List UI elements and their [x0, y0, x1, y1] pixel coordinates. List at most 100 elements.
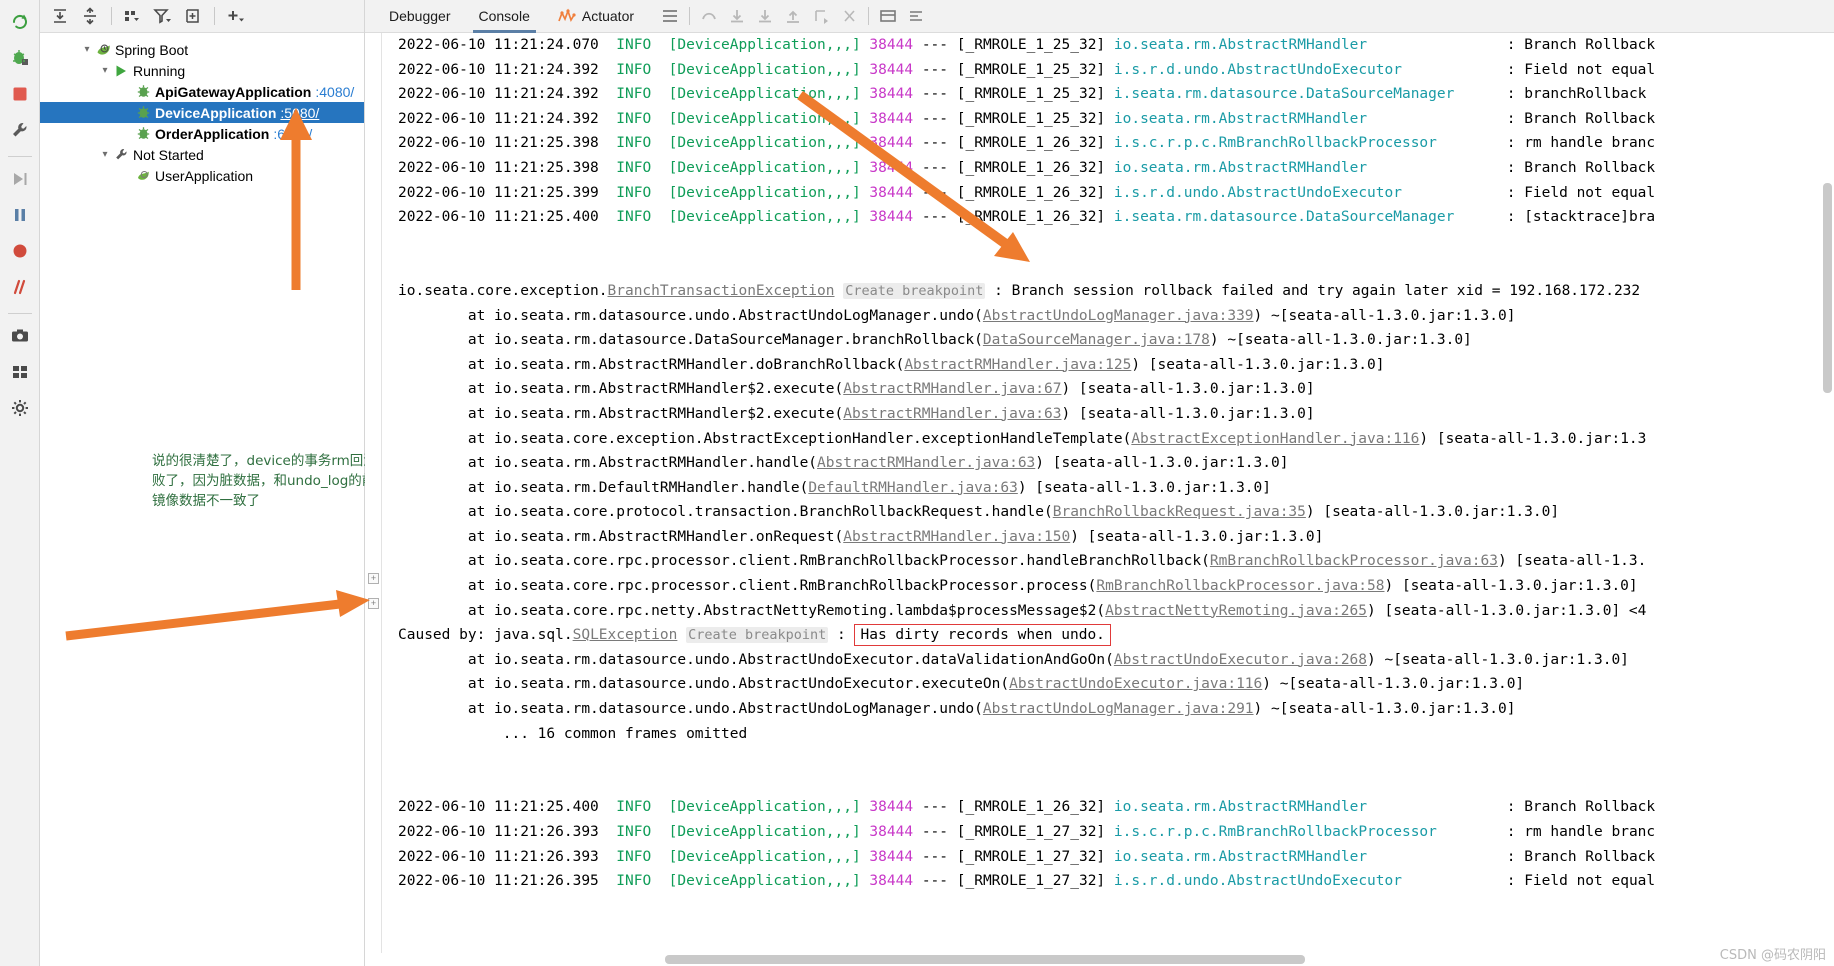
console-log-line[interactable]: 2022-06-10 11:21:26.395 INFO [DeviceAppl…: [398, 869, 1834, 894]
run-to-cursor-icon[interactable]: [807, 3, 835, 29]
expand-all-icon[interactable]: [46, 3, 74, 29]
console-log-line[interactable]: 2022-06-10 11:21:26.393 INFO [DeviceAppl…: [398, 845, 1834, 870]
chevron-down-icon[interactable]: ▾: [98, 65, 112, 76]
console-body: + + 2022-06-10 11:21:24.070 INFO [Device…: [365, 33, 1834, 966]
tab-label: Debugger: [389, 8, 451, 24]
spring-bean-icon: [134, 105, 152, 120]
frames-view-icon[interactable]: [874, 3, 902, 29]
vertical-scrollbar-thumb[interactable]: [1823, 183, 1832, 393]
console-caused-by-line[interactable]: Caused by: java.sql.SQLException Create …: [398, 623, 1834, 648]
console-log-line[interactable]: 2022-06-10 11:21:24.392 INFO [DeviceAppl…: [398, 82, 1834, 107]
collapse-all-icon[interactable]: [76, 3, 104, 29]
tree-node-running[interactable]: ▾ Running: [40, 60, 364, 81]
resume-program-icon[interactable]: [4, 163, 36, 195]
variables-view-icon[interactable]: [902, 3, 930, 29]
tree-node-label: Running: [133, 62, 186, 79]
console-gutter: + +: [365, 33, 382, 966]
tree-node-device-application[interactable]: DeviceApplication :5080/: [40, 102, 364, 123]
console-blank-line[interactable]: [398, 254, 1834, 279]
layout-grid-icon[interactable]: [4, 356, 36, 388]
tree-node-port-link[interactable]: :5080/: [280, 105, 319, 121]
tree-node-label: UserApplication: [155, 167, 254, 184]
stop-icon[interactable]: [4, 78, 36, 110]
tree-node-spring-boot[interactable]: ▾ Spring Boot: [40, 39, 364, 60]
tree-node-user-application[interactable]: UserApplication: [40, 165, 364, 186]
console-stack-frame-line[interactable]: at io.seata.core.exception.AbstractExcep…: [398, 427, 1834, 452]
spring-bean-icon: [134, 84, 152, 99]
console-stack-frame-line[interactable]: at io.seata.rm.AbstractRMHandler.onReque…: [398, 525, 1834, 550]
tab-console[interactable]: Console: [465, 0, 544, 33]
console-blank-line[interactable]: [398, 771, 1834, 796]
console-stack-frame-line[interactable]: at io.seata.rm.AbstractRMHandler.handle(…: [398, 451, 1834, 476]
console-log-line[interactable]: 2022-06-10 11:21:24.070 INFO [DeviceAppl…: [398, 33, 1834, 58]
console-stack-frame-line[interactable]: at io.seata.rm.AbstractRMHandler$2.execu…: [398, 402, 1834, 427]
chevron-down-icon[interactable]: ▾: [98, 149, 112, 160]
evaluate-expression-icon[interactable]: [835, 3, 863, 29]
console-stack-frame-line[interactable]: at io.seata.core.rpc.netty.AbstractNetty…: [398, 599, 1834, 624]
console-exception-header[interactable]: io.seata.core.exception.BranchTransactio…: [398, 279, 1834, 304]
add-service-icon[interactable]: [222, 3, 250, 29]
tree-node-port-link[interactable]: :4080/: [315, 84, 354, 100]
vertical-scrollbar[interactable]: [1820, 33, 1834, 966]
watermark: CSDN @码农阴阳: [1719, 948, 1826, 963]
group-by-icon[interactable]: [119, 3, 147, 29]
horizontal-scrollbar[interactable]: [365, 953, 1834, 966]
fold-marker-icon-2[interactable]: +: [368, 598, 379, 609]
console-log-line[interactable]: 2022-06-10 11:21:25.398 INFO [DeviceAppl…: [398, 131, 1834, 156]
console-log-line[interactable]: 2022-06-10 11:21:24.392 INFO [DeviceAppl…: [398, 58, 1834, 83]
tab-label: Actuator: [581, 8, 635, 24]
tree-node-port-link[interactable]: :6080/: [273, 126, 312, 142]
console-stack-frame-line[interactable]: at io.seata.rm.AbstractRMHandler.doBranc…: [398, 353, 1834, 378]
console-stack-frame-line[interactable]: at io.seata.rm.DefaultRMHandler.handle(D…: [398, 476, 1834, 501]
console-stack-frame-line[interactable]: at io.seata.rm.datasource.undo.AbstractU…: [398, 648, 1834, 673]
horizontal-scrollbar-thumb[interactable]: [665, 955, 1305, 964]
console-stack-frame-line[interactable]: at io.seata.core.rpc.processor.client.Rm…: [398, 549, 1834, 574]
console-output[interactable]: 2022-06-10 11:21:24.070 INFO [DeviceAppl…: [382, 33, 1834, 966]
console-stack-frame-line[interactable]: at io.seata.rm.datasource.undo.AbstractU…: [398, 697, 1834, 722]
console-log-line[interactable]: 2022-06-10 11:21:26.393 INFO [DeviceAppl…: [398, 820, 1834, 845]
fold-marker-icon[interactable]: +: [368, 573, 379, 584]
tab-actuator[interactable]: Actuator: [544, 0, 648, 33]
console-stack-frame-line[interactable]: at io.seata.rm.datasource.undo.AbstractU…: [398, 672, 1834, 697]
debug-tool-rail: [0, 0, 40, 966]
console-blank-line[interactable]: [398, 230, 1834, 255]
services-tree[interactable]: ▾ Spring Boot ▾ Running ApiGatewayApplic…: [40, 33, 364, 186]
debug-rerun-icon[interactable]: [4, 42, 36, 74]
toolbar-divider-3: [689, 7, 691, 25]
settings-wrench-icon[interactable]: [4, 114, 36, 146]
console-log-line[interactable]: 2022-06-10 11:21:25.399 INFO [DeviceAppl…: [398, 181, 1834, 206]
console-stack-frame-line[interactable]: at io.seata.rm.AbstractRMHandler$2.execu…: [398, 377, 1834, 402]
tree-node-not-started[interactable]: ▾ Not Started: [40, 144, 364, 165]
ide-window: ▾ Spring Boot ▾ Running ApiGatewayApplic…: [0, 0, 1834, 966]
console-blank-line[interactable]: [398, 746, 1834, 771]
step-into-icon[interactable]: [751, 3, 779, 29]
gear-icon[interactable]: [4, 392, 36, 424]
stop-all-icon[interactable]: [4, 271, 36, 303]
tree-node-api-gateway-application[interactable]: ApiGatewayApplication :4080/: [40, 81, 364, 102]
pause-program-icon[interactable]: [4, 199, 36, 231]
console-omitted-frames-line[interactable]: ... 16 common frames omitted: [398, 722, 1834, 747]
force-step-into-icon[interactable]: [779, 3, 807, 29]
console-log-line[interactable]: 2022-06-10 11:21:25.400 INFO [DeviceAppl…: [398, 205, 1834, 230]
add-tab-icon[interactable]: [179, 3, 207, 29]
tree-node-label: OrderApplication: [155, 125, 270, 142]
console-stack-frame-line[interactable]: at io.seata.rm.datasource.DataSourceMana…: [398, 328, 1834, 353]
console-log-line[interactable]: 2022-06-10 11:21:24.392 INFO [DeviceAppl…: [398, 107, 1834, 132]
tree-node-order-application[interactable]: OrderApplication :6080/: [40, 123, 364, 144]
menu-hamburger-icon[interactable]: [656, 3, 684, 29]
step-out-icon[interactable]: [695, 3, 723, 29]
chevron-down-icon[interactable]: ▾: [80, 44, 94, 55]
screenshot-camera-icon[interactable]: [4, 320, 36, 352]
console-log-line[interactable]: 2022-06-10 11:21:25.398 INFO [DeviceAppl…: [398, 156, 1834, 181]
step-over-icon[interactable]: [723, 3, 751, 29]
console-log-line[interactable]: 2022-06-10 11:21:25.400 INFO [DeviceAppl…: [398, 795, 1834, 820]
console-stack-frame-line[interactable]: at io.seata.core.rpc.processor.client.Rm…: [398, 574, 1834, 599]
rail-divider: [7, 156, 32, 157]
mute-breakpoints-icon[interactable]: [4, 235, 36, 267]
filter-icon[interactable]: [149, 3, 177, 29]
console-stack-frame-line[interactable]: at io.seata.rm.datasource.undo.AbstractU…: [398, 304, 1834, 329]
wrench-icon: [112, 147, 130, 162]
rerun-icon[interactable]: [4, 6, 36, 38]
tab-debugger[interactable]: Debugger: [375, 0, 465, 33]
console-stack-frame-line[interactable]: at io.seata.core.protocol.transaction.Br…: [398, 500, 1834, 525]
